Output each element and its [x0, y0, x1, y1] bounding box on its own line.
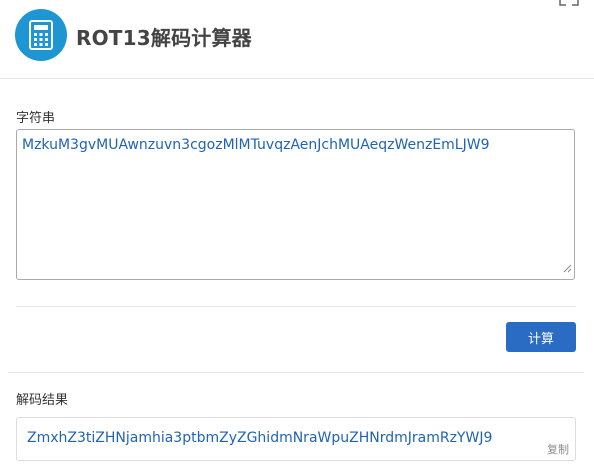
- copy-button[interactable]: 复制: [547, 441, 569, 457]
- result-box: ZmxhZ3tiZHNjamhia3ptbmZyZGhidmNraWpuZHNr…: [16, 417, 576, 461]
- string-input[interactable]: MzkuM3gvMUAwnzuvn3cgozMlMTuvqzAenJchMUAe…: [16, 129, 575, 280]
- result-label: 解码结果: [16, 393, 69, 408]
- calculator-icon: [15, 9, 67, 61]
- result-value: ZmxhZ3tiZHNjamhia3ptbmZyZGhidmNraWpuZHNr…: [27, 430, 493, 446]
- page-title: ROT13解码计算器: [76, 26, 252, 50]
- form-divider: [16, 306, 576, 307]
- header: ROT13解码计算器: [0, 0, 594, 78]
- fullscreen-icon[interactable]: [558, 0, 580, 13]
- calculate-button[interactable]: 计算: [506, 322, 576, 352]
- header-divider: [0, 78, 594, 79]
- resize-grip-icon[interactable]: [562, 261, 572, 277]
- result-divider: [8, 372, 584, 373]
- input-label: 字符串: [16, 111, 56, 126]
- string-input-value[interactable]: MzkuM3gvMUAwnzuvn3cgozMlMTuvqzAenJchMUAe…: [22, 137, 490, 153]
